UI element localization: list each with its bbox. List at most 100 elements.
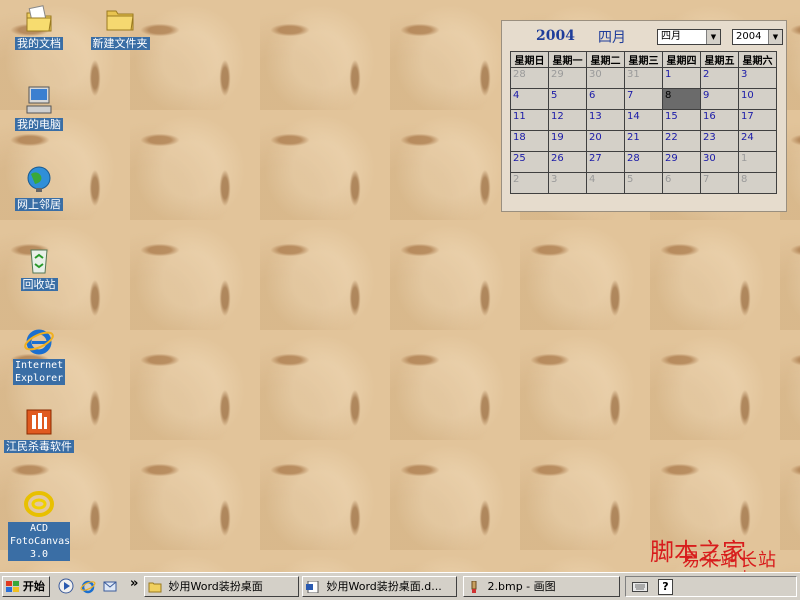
year-select-value: 2004: [736, 31, 762, 42]
month-select-value: 四月: [661, 31, 681, 42]
network-places-icon: [27, 166, 51, 192]
calendar-day[interactable]: 10: [738, 88, 777, 110]
calendar-day[interactable]: 28: [510, 67, 549, 89]
desktop-icon-label: 网上邻居: [15, 198, 63, 211]
calendar-day[interactable]: 2: [700, 67, 739, 89]
paint-icon: [471, 581, 477, 593]
task-button-word-document[interactable]: 妙用Word装扮桌面.d...: [302, 576, 457, 597]
chevron-down-icon[interactable]: ▼: [768, 30, 782, 44]
calendar-day[interactable]: 12: [548, 109, 587, 131]
calendar-week-row: 11 12 13 14 15 16 17: [510, 109, 777, 131]
desktop-icon-label: 江民杀毒软件: [4, 440, 74, 453]
calendar-day[interactable]: 25: [510, 151, 549, 173]
folder-icon: [106, 10, 134, 31]
desktop-icon-acd-fotocanvas[interactable]: ACD FotoCanvas 3.0: [0, 488, 81, 561]
start-button[interactable]: 开始: [2, 576, 50, 597]
desktop-icon-new-folder[interactable]: 新建文件夹: [78, 3, 162, 50]
calendar-day[interactable]: 26: [548, 151, 587, 173]
calendar-day[interactable]: 30: [700, 151, 739, 173]
calendar-day[interactable]: 23: [700, 130, 739, 152]
calendar-day[interactable]: 1: [738, 151, 777, 173]
calendar-year-title: 2004: [536, 28, 575, 44]
calendar-day[interactable]: 9: [700, 88, 739, 110]
taskbar: 开始 » 妙用Word装扮桌面 妙用Word装扮桌面.d... 2.bmp - …: [0, 572, 800, 600]
calendar-day[interactable]: 7: [624, 88, 663, 110]
task-label: 2.bmp - 画图: [487, 580, 556, 593]
calendar-day[interactable]: 4: [510, 88, 549, 110]
help-icon[interactable]: ?: [658, 579, 673, 595]
desktop-icon-my-documents[interactable]: 我的文档: [0, 3, 81, 50]
word-document-icon: [306, 581, 319, 593]
weekday-header: 星期六: [738, 51, 777, 68]
calendar-day[interactable]: 17: [738, 109, 777, 131]
calendar-day[interactable]: 31: [624, 67, 663, 89]
calendar-day[interactable]: 19: [548, 130, 587, 152]
calendar-day[interactable]: 29: [662, 151, 701, 173]
calendar-day[interactable]: 28: [624, 151, 663, 173]
calendar-week-row: 4 5 6 7 8 9 10: [510, 88, 777, 110]
my-documents-icon: [26, 5, 52, 32]
calendar-day[interactable]: 15: [662, 109, 701, 131]
month-select[interactable]: 四月 ▼: [657, 29, 721, 45]
acd-fotocanvas-icon: [24, 491, 54, 517]
calendar-day[interactable]: 24: [738, 130, 777, 152]
calendar-day[interactable]: 2: [510, 172, 549, 194]
calendar-day-selected[interactable]: 8: [662, 88, 701, 110]
recycle-bin-icon: [30, 249, 48, 274]
task-label: 妙用Word装扮桌面: [168, 580, 263, 593]
calendar-week-row: 18 19 20 21 22 23 24: [510, 130, 777, 152]
windows-logo-icon: [6, 581, 19, 592]
desktop-icon-label: 我的文档: [15, 37, 63, 50]
start-label: 开始: [22, 580, 45, 593]
chevron-down-icon[interactable]: ▼: [706, 30, 720, 44]
calendar-day[interactable]: 13: [586, 109, 625, 131]
calendar-day[interactable]: 14: [624, 109, 663, 131]
year-select[interactable]: 2004 ▼: [732, 29, 783, 45]
task-button-folder[interactable]: 妙用Word装扮桌面: [144, 576, 299, 597]
calendar-day[interactable]: 1: [662, 67, 701, 89]
calendar-day[interactable]: 18: [510, 130, 549, 152]
desktop-icon-label: ACD FotoCanvas 3.0: [8, 522, 71, 561]
calendar-day[interactable]: 30: [586, 67, 625, 89]
calendar-day[interactable]: 20: [586, 130, 625, 152]
desktop-icon-label: 我的电脑: [15, 118, 63, 131]
task-button-paint[interactable]: 2.bmp - 画图: [463, 576, 620, 597]
calendar-day[interactable]: 4: [586, 172, 625, 194]
calendar-day[interactable]: 16: [700, 109, 739, 131]
calendar-day[interactable]: 11: [510, 109, 549, 131]
calendar-day[interactable]: 29: [548, 67, 587, 89]
desktop-icon-label: 回收站: [20, 278, 58, 291]
calendar-day[interactable]: 7: [700, 172, 739, 194]
folder-icon: [148, 582, 162, 593]
calendar-week-row: 2 3 4 5 6 7 8: [510, 172, 777, 194]
calendar-day[interactable]: 5: [624, 172, 663, 194]
desktop-icon-recycle-bin[interactable]: 回收站: [0, 244, 81, 291]
calendar-day[interactable]: 3: [548, 172, 587, 194]
calendar-day[interactable]: 21: [624, 130, 663, 152]
desktop-icon-label: 新建文件夹: [90, 37, 150, 50]
internet-explorer-icon[interactable]: [80, 578, 96, 594]
desktop-icon-internet-explorer[interactable]: Internet Explorer: [0, 325, 81, 385]
outlook-express-icon[interactable]: [102, 578, 118, 594]
antivirus-icon: [26, 409, 52, 435]
weekday-header: 星期四: [662, 51, 701, 68]
system-tray: ?: [625, 576, 797, 597]
calendar-grid: 星期日 星期一 星期二 星期三 星期四 星期五 星期六 28 29 30 31 …: [510, 51, 777, 194]
calendar-day[interactable]: 5: [548, 88, 587, 110]
weekday-header: 星期五: [700, 51, 739, 68]
desktop-icon-my-computer[interactable]: 我的电脑: [0, 84, 81, 131]
calendar-day[interactable]: 6: [586, 88, 625, 110]
weekday-header: 星期二: [586, 51, 625, 68]
desktop-icon-network-places[interactable]: 网上邻居: [0, 164, 81, 211]
keyboard-icon[interactable]: [632, 581, 648, 593]
calendar-day[interactable]: 22: [662, 130, 701, 152]
calendar-day[interactable]: 8: [738, 172, 777, 194]
calendar-day[interactable]: 6: [662, 172, 701, 194]
media-player-icon[interactable]: [58, 578, 74, 594]
calendar-day[interactable]: 3: [738, 67, 777, 89]
desktop-icon-antivirus[interactable]: 江民杀毒软件: [0, 406, 81, 453]
weekday-header: 星期日: [510, 51, 549, 68]
calendar-day[interactable]: 27: [586, 151, 625, 173]
quicklaunch-more-button[interactable]: »: [130, 576, 138, 591]
my-computer-icon: [26, 86, 52, 114]
